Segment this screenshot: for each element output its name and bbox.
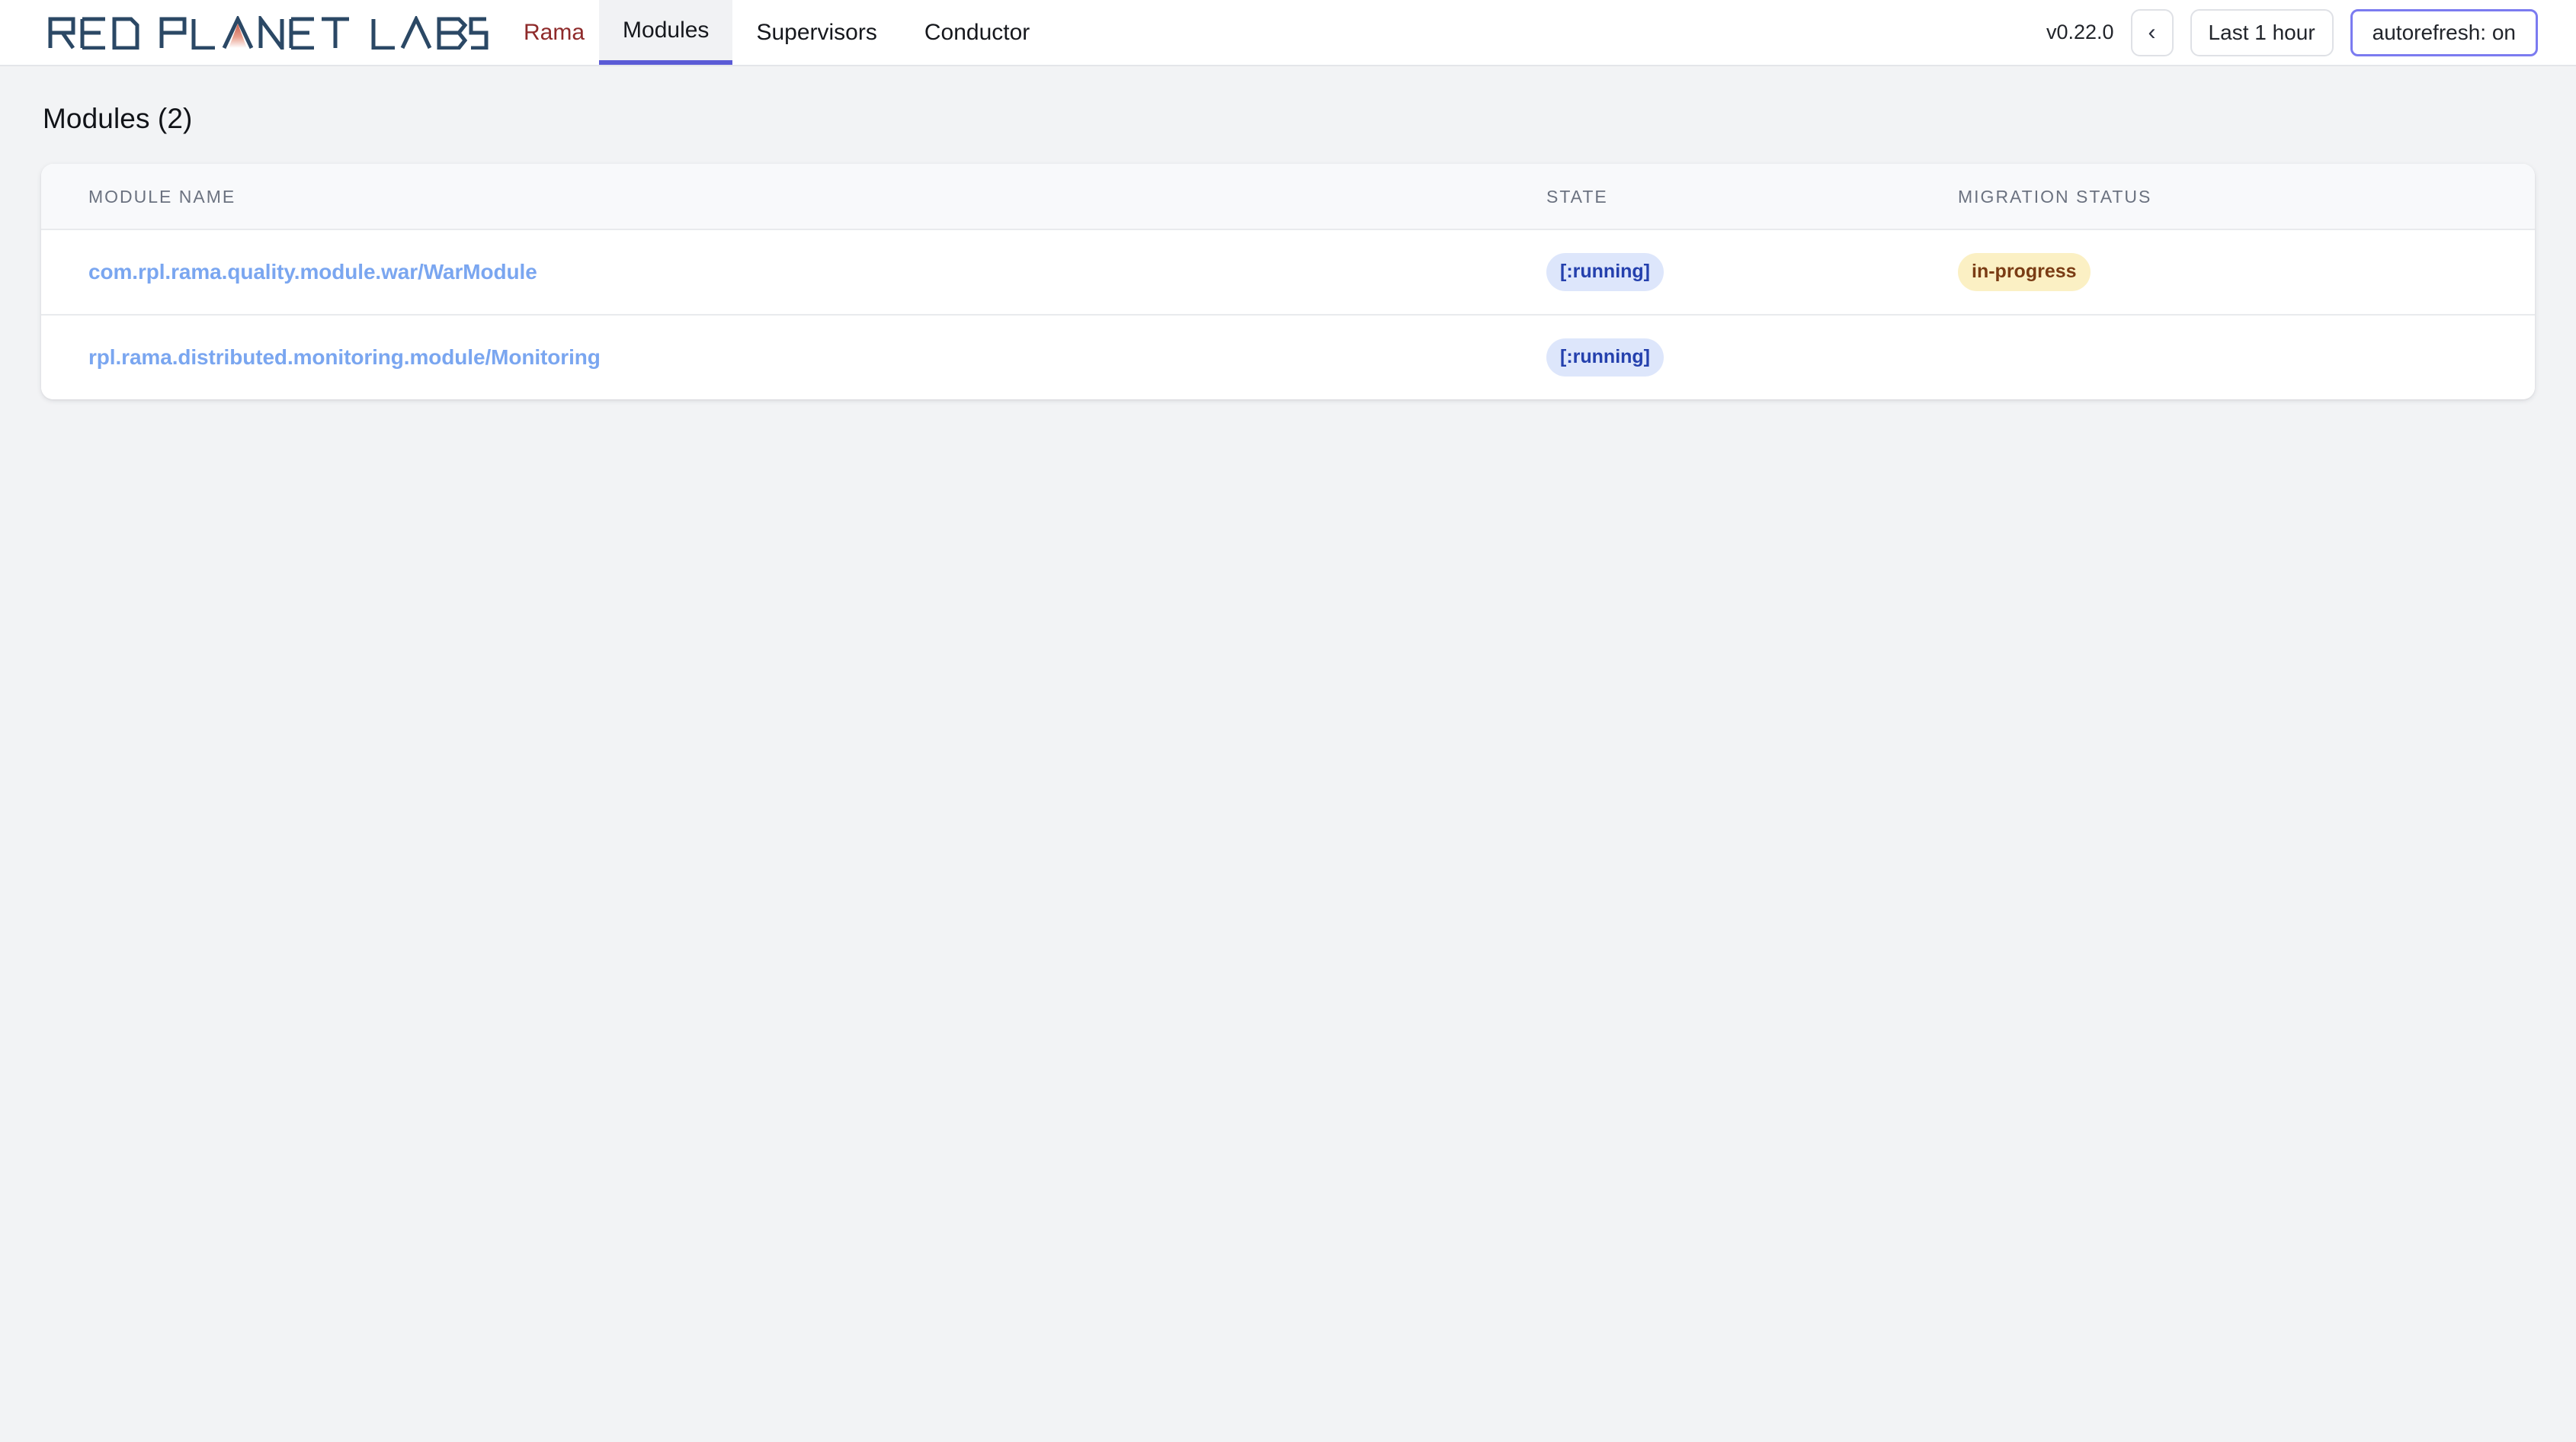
page-title: Modules (2) [43,103,193,134]
table-row[interactable]: rpl.rama.distributed.monitoring.module/M… [41,315,2535,399]
column-header-state: STATE [1546,164,1958,230]
nav-item-modules[interactable]: Modules [599,0,733,65]
cell-state: [:running] [1546,229,1958,316]
migration-status-badge: in-progress [1958,253,2091,291]
table-row[interactable]: com.rpl.rama.quality.module.war/WarModul… [41,229,2535,316]
status-badge: [:running] [1546,338,1664,377]
table-body: com.rpl.rama.quality.module.war/WarModul… [41,229,2535,399]
autorefresh-toggle-button[interactable]: autorefresh: on [2350,8,2538,56]
chevron-left-icon[interactable]: ‹ [2130,8,2174,56]
table-header: MODULE NAME STATE MIGRATION STATUS [41,164,2535,230]
table-header-row: MODULE NAME STATE MIGRATION STATUS [41,164,2535,230]
time-range-button[interactable]: Last 1 hour [2190,8,2334,56]
cell-module-name: rpl.rama.distributed.monitoring.module/M… [41,315,1546,399]
nav-item-conductor[interactable]: Conductor [901,0,1053,65]
page-content: Modules (2) MODULE NAME STATE MIGRATION … [0,66,2576,399]
module-link[interactable]: com.rpl.rama.quality.module.war/WarModul… [88,260,537,284]
module-link[interactable]: rpl.rama.distributed.monitoring.module/M… [88,345,601,369]
cell-migration-status [1958,315,2535,399]
version-label: v0.22.0 [2046,21,2114,43]
column-header-migration-status: MIGRATION STATUS [1958,164,2535,230]
top-navigation-bar: Rama Modules Supervisors Conductor v0.22… [0,0,2576,66]
nav-item-rama[interactable]: Rama [509,0,599,65]
brand-logo[interactable] [0,0,509,65]
main-nav: Rama Modules Supervisors Conductor [509,0,1053,65]
red-planet-labs-wordmark-icon [48,15,489,50]
nav-item-supervisors[interactable]: Supervisors [732,0,900,65]
toolbar: v0.22.0 ‹ Last 1 hour autorefresh: on [2046,0,2576,65]
cell-module-name: com.rpl.rama.quality.module.war/WarModul… [41,229,1546,316]
column-header-module-name: MODULE NAME [41,164,1546,230]
cell-state: [:running] [1546,315,1958,399]
status-badge: [:running] [1546,253,1664,291]
modules-table: MODULE NAME STATE MIGRATION STATUS com.r… [41,164,2535,399]
cell-migration-status: in-progress [1958,229,2535,316]
modules-table-card: MODULE NAME STATE MIGRATION STATUS com.r… [41,164,2535,399]
